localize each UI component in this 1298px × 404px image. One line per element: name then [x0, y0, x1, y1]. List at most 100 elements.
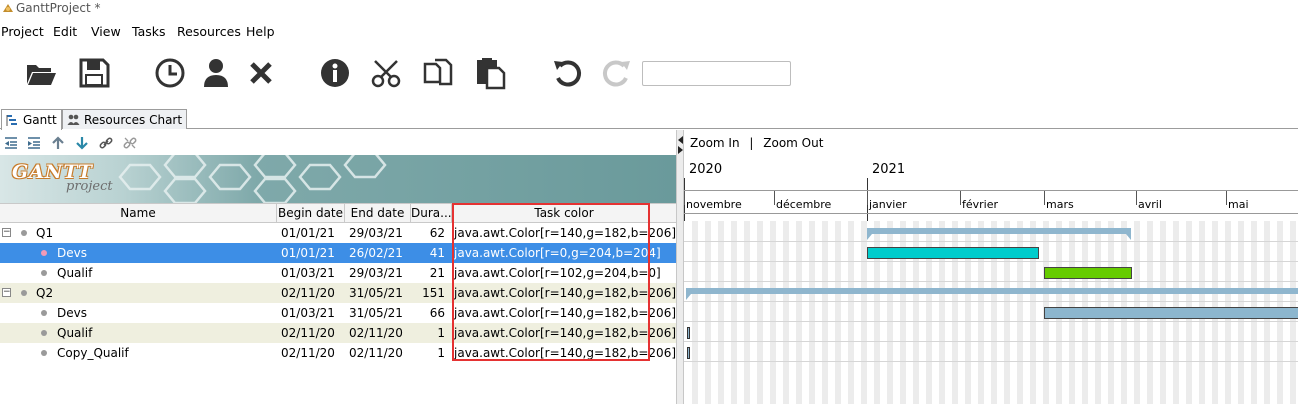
weekend-stripe — [718, 221, 724, 404]
month-label: mai — [1228, 198, 1249, 211]
collapse-toggle[interactable]: − — [2, 228, 11, 237]
menu-view[interactable]: View — [91, 24, 121, 40]
task-bullet-icon — [41, 250, 47, 256]
table-row[interactable]: Copy_Qualif 02/11/20 02/11/20 1 java.awt… — [0, 343, 676, 363]
task-color: java.awt.Color[r=102,g=204,b=0] — [454, 266, 661, 280]
table-row[interactable]: Devs 01/01/21 26/02/21 41 java.awt.Color… — [0, 243, 676, 263]
task-begin: 01/03/21 — [281, 306, 335, 320]
cut-icon[interactable] — [368, 56, 404, 90]
main-toolbar — [0, 44, 1298, 104]
task-bar-devs[interactable] — [1044, 307, 1298, 319]
menu-bar: Project Edit View Tasks Resources Help — [0, 22, 1298, 42]
task-bar-copy-qualif[interactable] — [687, 347, 690, 359]
tab-gantt[interactable]: Gantt — [1, 109, 62, 130]
task-color: java.awt.Color[r=0,g=204,b=204] — [454, 246, 661, 260]
year-label: 2020 — [689, 162, 723, 177]
row-line — [684, 341, 1298, 342]
zoom-out-link[interactable]: Zoom Out — [763, 136, 823, 150]
task-name: Copy_Qualif — [57, 346, 129, 360]
person-icon[interactable] — [198, 56, 234, 90]
collapse-left-icon[interactable] — [678, 136, 683, 144]
weekend-stripe — [822, 221, 828, 404]
month-divider — [960, 191, 961, 205]
view-tabs: Gantt Resources Chart — [0, 108, 1298, 130]
column-header-task-color[interactable]: Task color — [452, 204, 676, 223]
task-duration: 62 — [429, 226, 445, 240]
pane-splitter[interactable] — [676, 130, 684, 404]
column-header-end-date[interactable]: End date — [345, 204, 411, 223]
month-label: février — [962, 198, 999, 211]
task-color: java.awt.Color[r=140,g=182,b=206] — [454, 226, 676, 240]
move-up-icon[interactable] — [50, 135, 66, 151]
column-header-duration[interactable]: Dura... — [411, 204, 452, 223]
clock-icon[interactable] — [152, 56, 188, 90]
table-row[interactable]: Qualif 01/03/21 29/03/21 21 java.awt.Col… — [0, 263, 676, 283]
weekend-stripe — [809, 221, 815, 404]
month-label: décembre — [776, 198, 832, 211]
delete-icon[interactable] — [243, 56, 279, 90]
title-bar: GanttProject * — [0, 0, 1298, 18]
month-divider — [774, 191, 775, 205]
table-row[interactable]: − Q2 02/11/20 31/05/21 151 java.awt.Colo… — [0, 283, 676, 303]
ganttproject-banner: GANTT project — [0, 155, 676, 203]
paste-icon[interactable] — [472, 56, 508, 90]
month-divider — [1136, 191, 1137, 205]
link-icon[interactable] — [98, 135, 114, 151]
table-row[interactable]: Devs 01/03/21 31/05/21 66 java.awt.Color… — [0, 303, 676, 323]
task-begin: 01/03/21 — [281, 266, 335, 280]
task-end: 31/05/21 — [349, 286, 403, 300]
redo-icon[interactable] — [598, 56, 634, 90]
indent-icon[interactable] — [26, 135, 42, 151]
task-bar-qualif[interactable] — [1044, 267, 1132, 279]
task-bullet-icon — [21, 290, 27, 296]
search-input[interactable] — [642, 61, 791, 86]
weekend-stripe — [783, 221, 789, 404]
copy-icon[interactable] — [420, 56, 456, 90]
summary-bar-q2[interactable] — [686, 288, 1298, 300]
task-bullet-icon — [41, 310, 47, 316]
month-divider — [1044, 191, 1045, 205]
menu-help[interactable]: Help — [246, 24, 275, 40]
table-row[interactable]: − Q1 01/01/21 29/03/21 62 java.awt.Color… — [0, 223, 676, 243]
undo-icon[interactable] — [550, 56, 586, 90]
tab-gantt-label: Gantt — [23, 113, 57, 127]
task-end: 29/03/21 — [349, 266, 403, 280]
task-begin: 02/11/20 — [281, 326, 335, 340]
task-end: 29/03/21 — [349, 226, 403, 240]
table-row[interactable]: Qualif 02/11/20 02/11/20 1 java.awt.Colo… — [0, 323, 676, 343]
row-line — [684, 361, 1298, 362]
task-bar-qualif[interactable] — [687, 327, 690, 339]
task-toolbar — [0, 133, 676, 155]
menu-project[interactable]: Project — [1, 24, 44, 40]
task-bar-devs[interactable] — [867, 247, 1039, 259]
weekend-stripe — [848, 221, 854, 404]
unindent-icon[interactable] — [3, 135, 19, 151]
save-icon[interactable] — [76, 56, 112, 90]
zoom-in-link[interactable]: Zoom In — [690, 136, 740, 150]
task-name: Qualif — [57, 326, 93, 340]
summary-bar-q1[interactable] — [867, 228, 1131, 240]
window-title: GanttProject * — [16, 1, 101, 15]
banner-logo-sub: project — [66, 179, 113, 194]
column-header-begin-date[interactable]: Begin date — [277, 204, 345, 223]
menu-resources[interactable]: Resources — [177, 24, 241, 40]
column-header-name[interactable]: Name — [0, 204, 277, 223]
gantt-chart[interactable]: Zoom In | Zoom Out 2020 2021 novembre dé… — [684, 130, 1298, 404]
task-duration: 1 — [437, 346, 445, 360]
collapse-toggle[interactable]: − — [2, 288, 11, 297]
task-name: Qualif — [57, 266, 93, 280]
unlink-icon[interactable] — [122, 135, 138, 151]
gantt-grid — [684, 221, 1298, 404]
month-divider — [1226, 191, 1227, 205]
menu-edit[interactable]: Edit — [53, 24, 77, 40]
move-down-icon[interactable] — [74, 135, 90, 151]
task-color: java.awt.Color[r=140,g=182,b=206] — [454, 286, 676, 300]
info-icon[interactable] — [317, 56, 353, 90]
weekend-stripe — [744, 221, 750, 404]
task-name: Devs — [57, 246, 87, 260]
open-folder-icon[interactable] — [23, 56, 59, 90]
collapse-right-icon[interactable] — [678, 146, 683, 154]
task-duration: 21 — [429, 266, 445, 280]
tab-resources-chart[interactable]: Resources Chart — [62, 109, 188, 129]
menu-tasks[interactable]: Tasks — [132, 24, 166, 40]
